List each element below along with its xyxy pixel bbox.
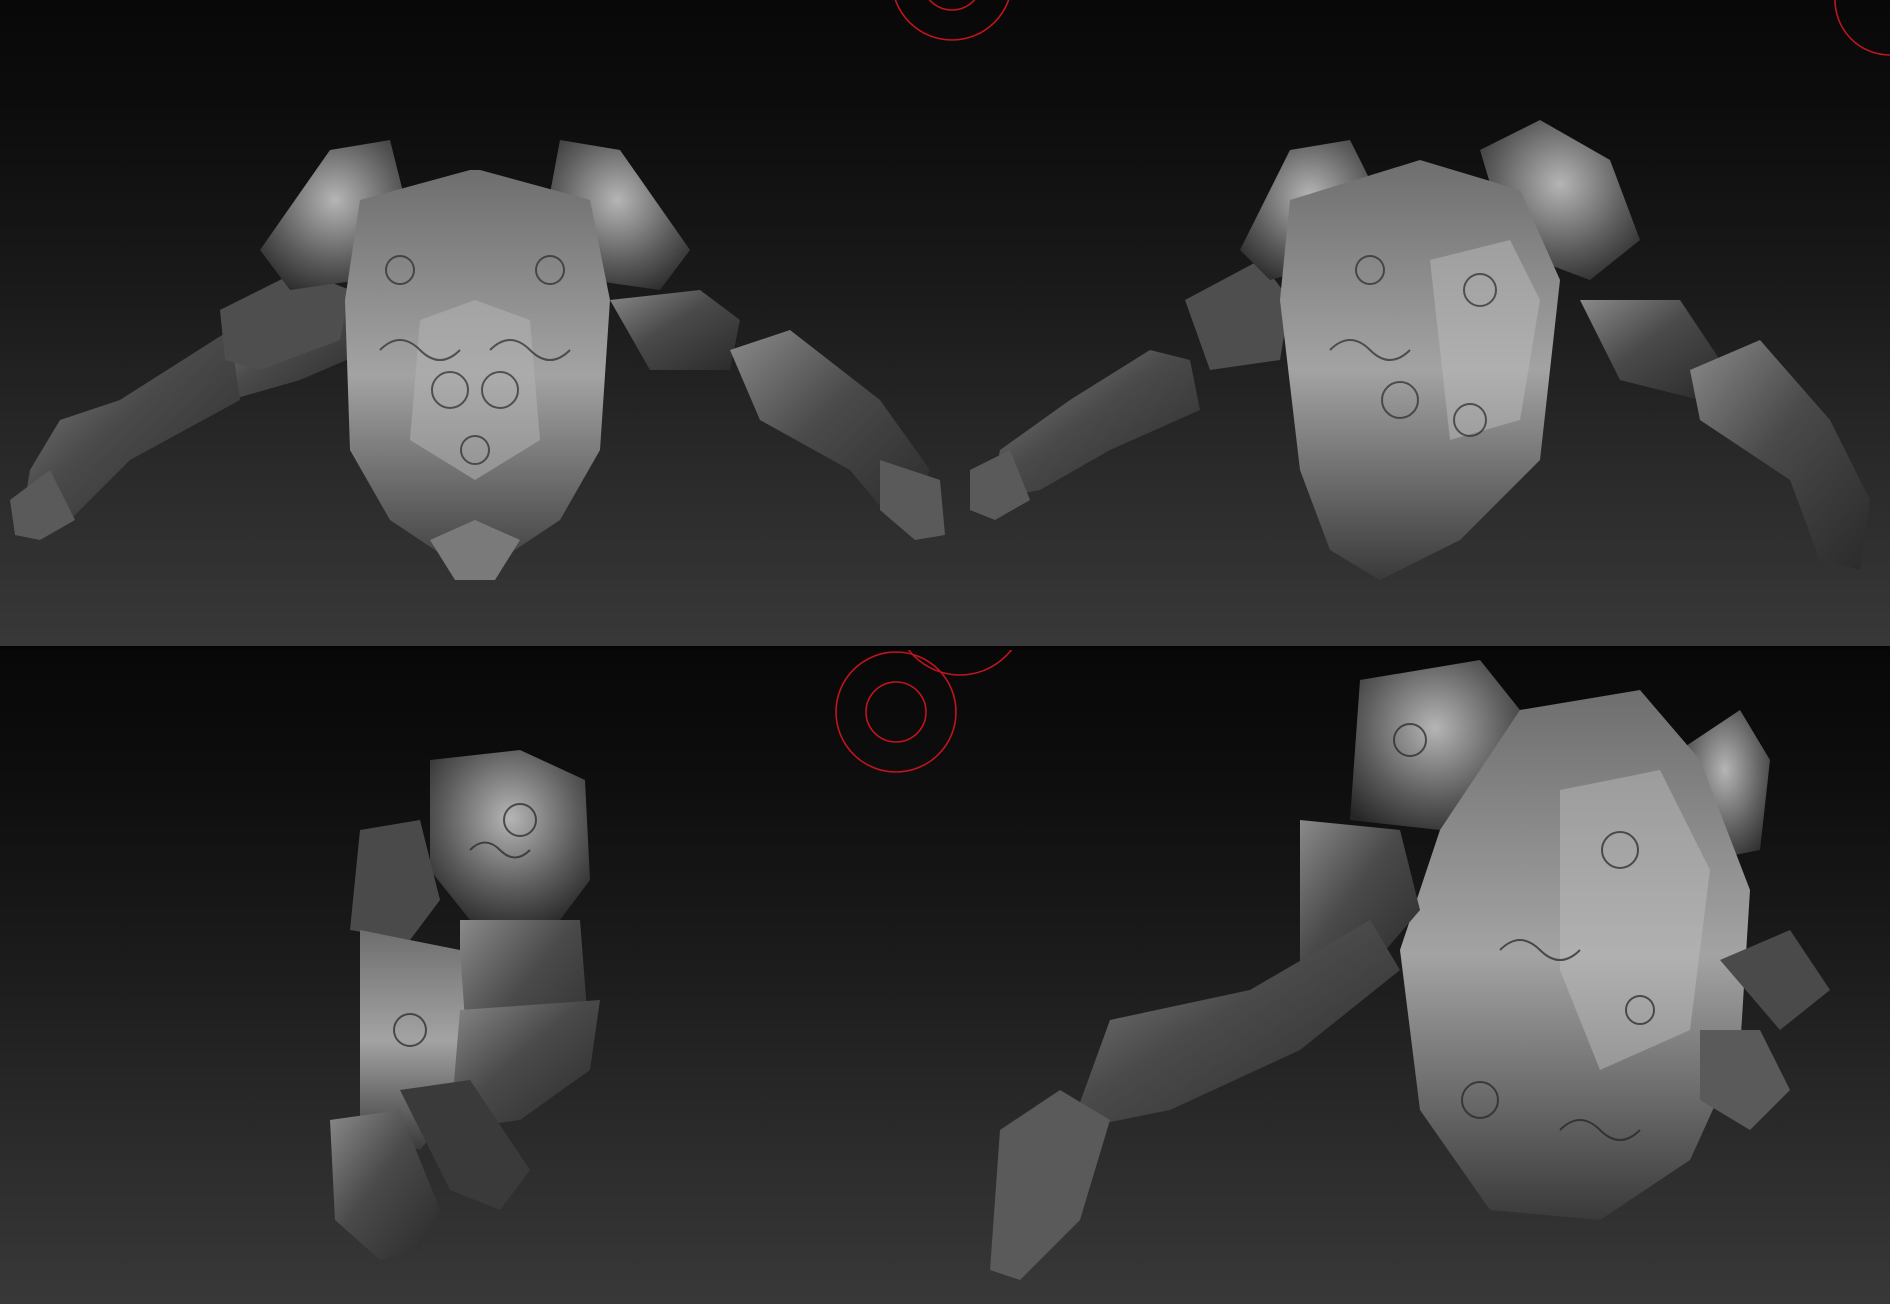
persp-forearm [1070,920,1400,1130]
armor-perspective-view [990,660,1830,1280]
persp-gauntlet [990,1090,1110,1280]
brush-cursor-ring-icon [894,0,1890,56]
bottom-viewport-canvas [330,650,1830,1280]
brush-cursor-ring-icon [835,650,1013,773]
right-upper-arm [610,290,740,370]
left-forearm-2 [990,350,1200,500]
persp-right-gauntlet [1700,1030,1790,1130]
bottom-viewport[interactable] [0,650,1890,1304]
armor-side-view [330,750,600,1260]
sculpt-render-sheet [0,0,1890,1304]
top-viewport-canvas [10,0,1890,580]
armor-three-quarter-view [970,120,1870,580]
right-forearm-2 [1690,340,1870,570]
side-gorget [350,820,440,940]
right-gauntlet [880,460,945,540]
side-pauldron [430,750,590,920]
top-viewport[interactable] [0,0,1890,646]
armor-front-view [10,140,945,580]
